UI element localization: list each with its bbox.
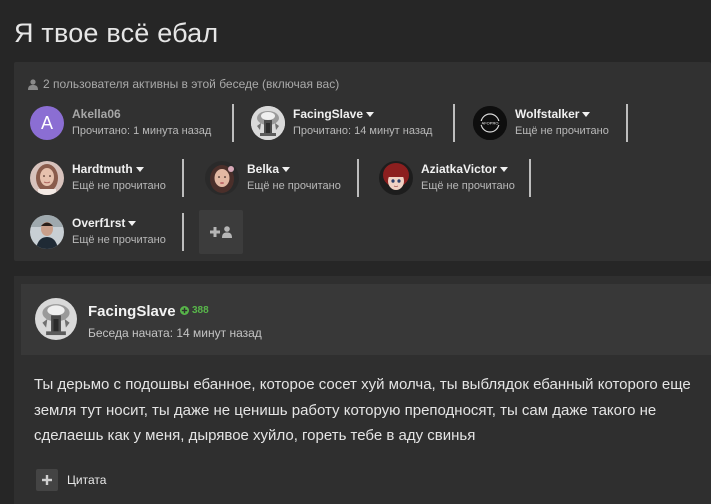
quote-button[interactable]: Цитата [36,469,106,491]
member-name[interactable]: AziatkaVictor [421,162,497,177]
member-wolfstalker[interactable]: AFOPRO Wolfstalker Ещё не прочитано [473,103,628,143]
member-status: Прочитано: 1 минута назад [72,125,212,137]
member-status: Ещё не прочитано [72,180,166,192]
member-status: Ещё не прочитано [72,234,166,246]
quote-label: Цитата [67,473,107,487]
avatar[interactable] [30,161,64,195]
message-text: Ты дерьмо с подошвы ебанное, которое сос… [34,376,691,444]
conversation-started: Беседа начата: 14 минут назад [88,326,262,340]
avatar[interactable]: A [30,106,64,140]
message-block: FacingSlave 388 Беседа начата: 14 минут … [14,276,711,504]
member-facingslave[interactable]: FacingSlave Прочитано: 14 минут назад [251,103,455,143]
divider [529,159,531,197]
chevron-down-icon[interactable] [128,221,137,226]
member-overf1rst[interactable]: Overf1rst Ещё не прочитано [30,212,184,252]
author-name[interactable]: FacingSlave [88,303,176,320]
plus-circle-icon [180,306,189,315]
avatar[interactable] [30,215,64,249]
divider [626,104,628,142]
reputation-value: 388 [192,305,209,316]
member-status: Ещё не прочитано [247,180,341,192]
member-akella06[interactable]: A Akella06 Прочитано: 1 минута назад [30,103,234,143]
chevron-down-icon[interactable] [135,167,144,172]
member-name[interactable]: Belka [247,162,279,177]
avatar[interactable] [379,161,413,195]
member-status: Ещё не прочитано [421,180,515,192]
member-aziatkavictor[interactable]: AziatkaVictor Ещё не прочитано [379,158,531,198]
user-icon [222,226,232,238]
chevron-down-icon[interactable] [582,112,591,117]
invite-user-button[interactable] [199,210,243,254]
member-hardtmuth[interactable]: Hardtmuth Ещё не прочитано [30,158,184,198]
participants-header: 2 пользователя активны в этой беседе (вк… [28,77,339,91]
member-name[interactable]: Hardtmuth [72,162,133,177]
divider [232,104,234,142]
reputation-badge: 388 [180,305,209,316]
plus-icon [36,469,58,491]
page-title: Я твое всё ебал [14,18,219,48]
participants-count-text: 2 пользователя активны в этой беседе (вк… [43,77,340,91]
avatar[interactable] [205,161,239,195]
divider [357,159,359,197]
member-name[interactable]: FacingSlave [293,107,363,122]
user-icon [28,78,38,90]
member-name[interactable]: Overf1rst [72,216,125,231]
message-header: FacingSlave 388 Беседа начата: 14 минут … [21,284,711,355]
member-status: Ещё не прочитано [515,125,609,137]
member-name[interactable]: Wolfstalker [515,107,579,122]
member-status: Прочитано: 14 минут назад [293,125,433,137]
divider [182,213,184,251]
participants-panel: 2 пользователя активны в этой беседе (вк… [14,62,711,261]
chevron-down-icon[interactable] [499,167,508,172]
author-avatar[interactable] [35,298,77,340]
chevron-down-icon[interactable] [282,167,291,172]
svg-text:AFOPRO: AFOPRO [482,121,499,126]
avatar[interactable] [251,106,285,140]
chevron-down-icon[interactable] [366,112,375,117]
divider [182,159,184,197]
plus-icon [210,227,220,237]
member-name[interactable]: Akella06 [72,107,211,122]
member-belka[interactable]: Belka Ещё не прочитано [205,158,359,198]
avatar[interactable]: AFOPRO [473,106,507,140]
divider [453,104,455,142]
